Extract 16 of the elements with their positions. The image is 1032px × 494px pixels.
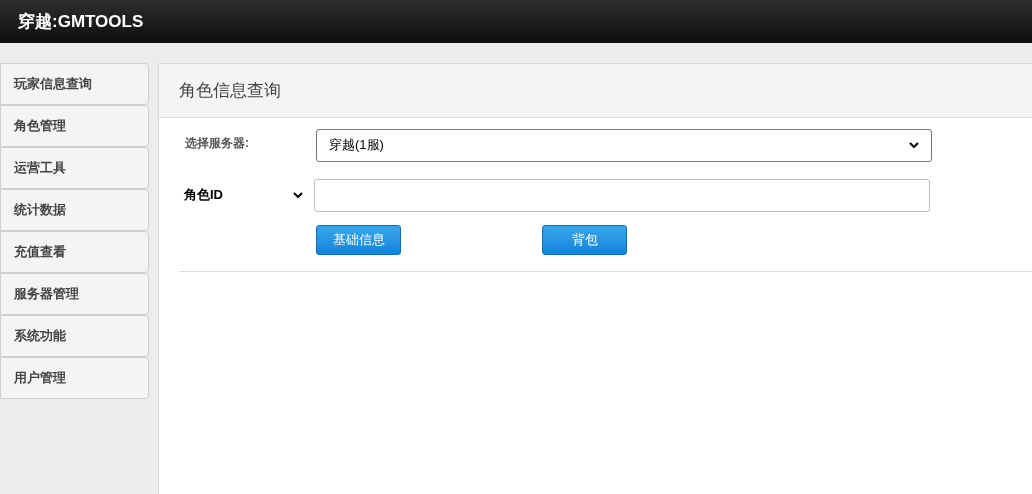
dropdown-icon (909, 141, 919, 149)
panel-title: 角色信息查询 (179, 79, 281, 102)
sidebar-item[interactable]: 服务器管理 (0, 273, 149, 315)
sidebar-item[interactable]: 充值查看 (0, 231, 149, 273)
sidebar-item[interactable]: 用户管理 (0, 357, 149, 399)
server-label: 选择服务器: (184, 135, 250, 152)
app-title: 穿越:GMTOOLS (18, 10, 144, 33)
id-input-field[interactable] (314, 178, 930, 212)
sidebar-item[interactable]: 运营工具 (0, 147, 149, 189)
sidebar-item[interactable]: 角色管理 (0, 105, 149, 147)
sidebar-item[interactable]: 玩家信息查询 (0, 63, 149, 105)
sidebar-item[interactable]: 统计数据 (0, 189, 149, 231)
query-type-select[interactable]: 角色ID (179, 185, 309, 205)
server-select[interactable]: 穿越(1服) (316, 128, 932, 162)
sidebar-item[interactable]: 系统功能 (0, 315, 149, 357)
dropdown-icon (293, 191, 303, 199)
